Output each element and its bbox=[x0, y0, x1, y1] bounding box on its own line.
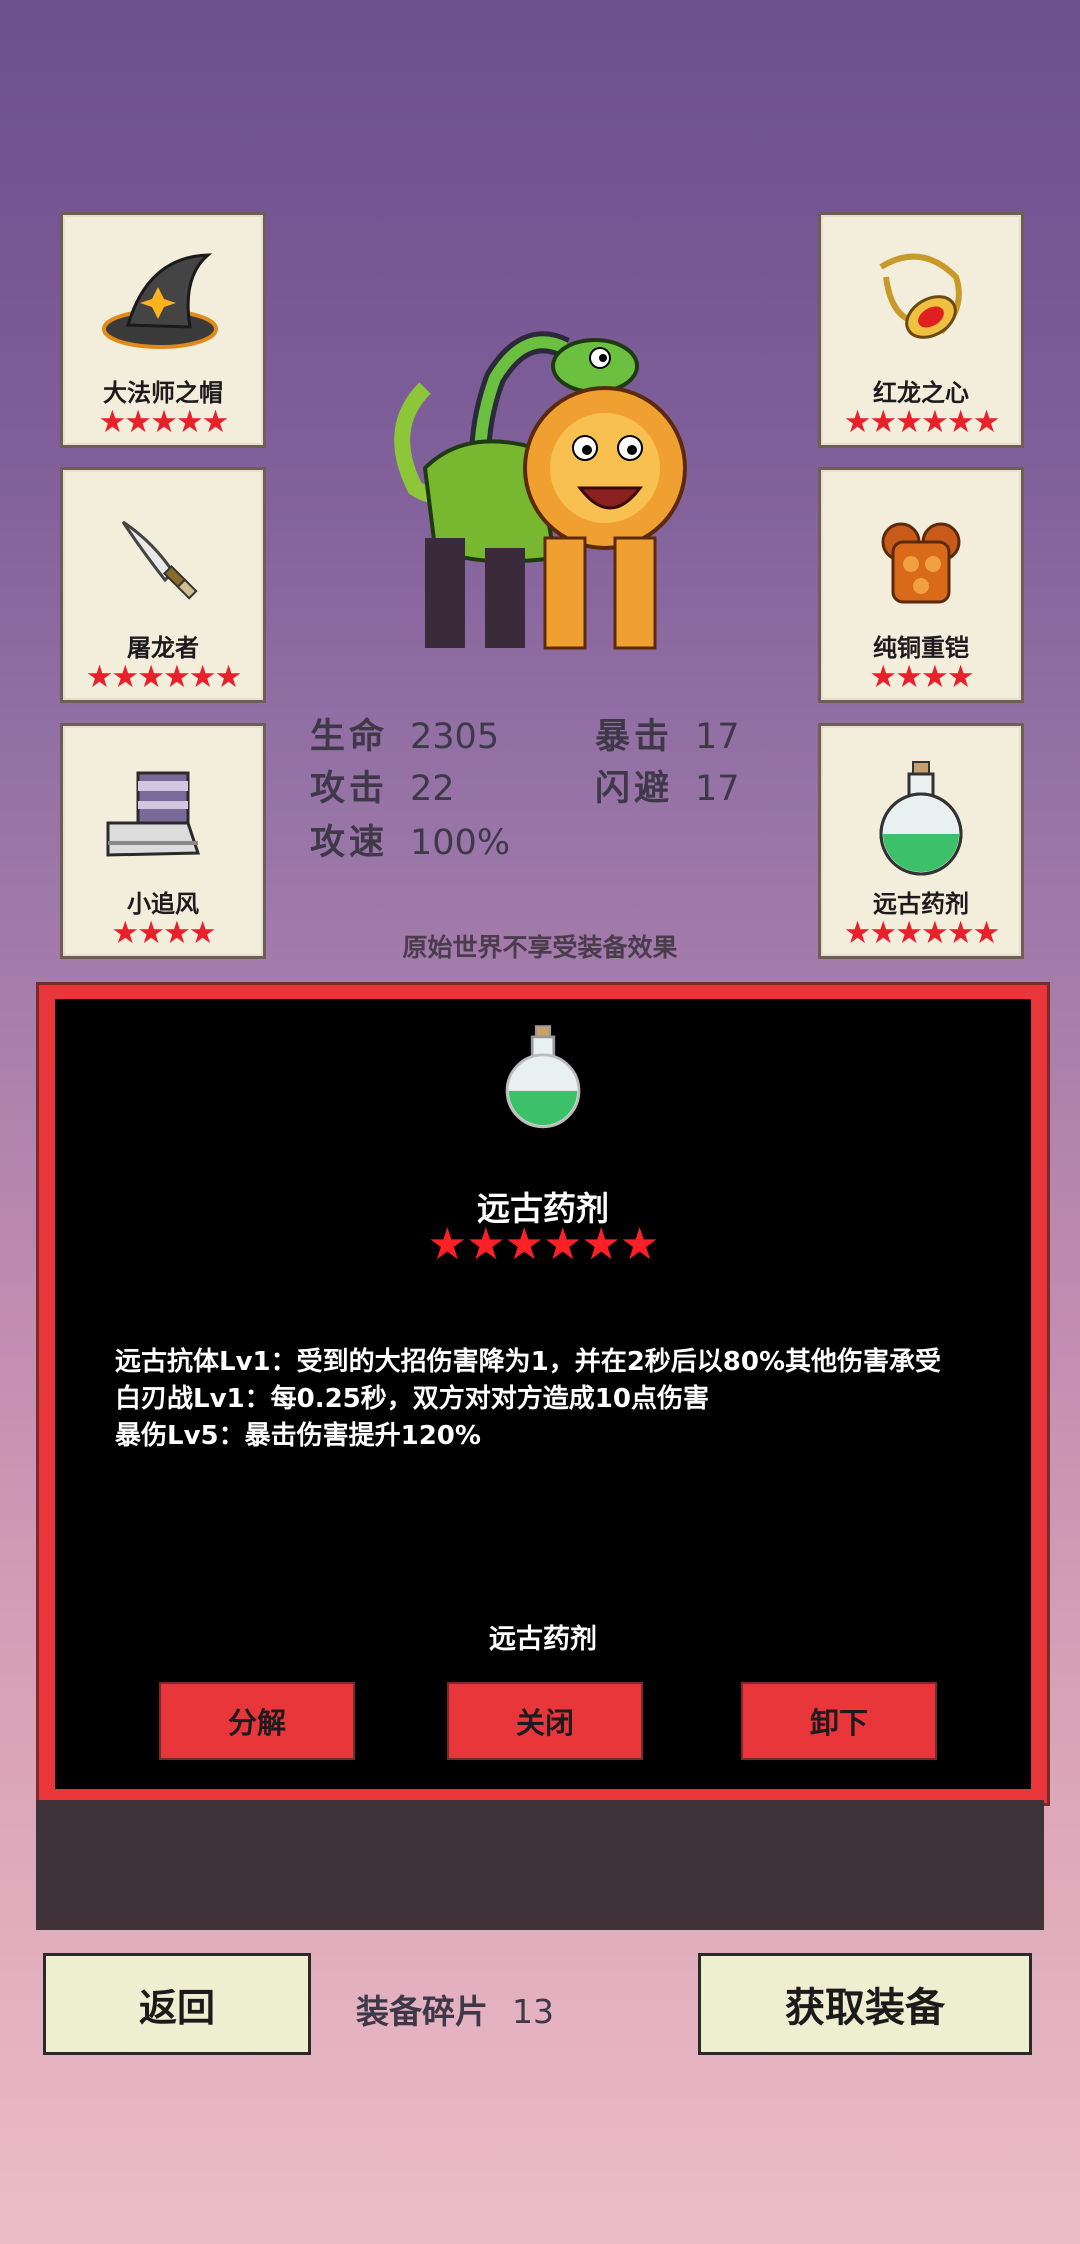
unequip-button[interactable]: 卸下 bbox=[741, 1682, 937, 1760]
detail-stars: ★★★★★★ bbox=[427, 1219, 660, 1270]
decompose-button[interactable]: 分解 bbox=[159, 1682, 355, 1760]
back-button[interactable]: 返回 bbox=[43, 1953, 311, 2055]
equipment-detail-panel: 远古药剂 ★★★★★★ 远古抗体Lv1：受到的大招伤害降为1，并在2秒后以80%… bbox=[36, 982, 1050, 1806]
equip-stars: ★★★★★ bbox=[98, 404, 230, 440]
stat-label: 生命 bbox=[310, 717, 389, 757]
stat-value: 2305 bbox=[410, 717, 500, 757]
potion-icon bbox=[821, 748, 1021, 888]
close-button[interactable]: 关闭 bbox=[447, 1682, 643, 1760]
stat-label: 攻击 bbox=[310, 769, 389, 809]
skill-line: 暴伤Lv5：暴击伤害提升120% bbox=[115, 1421, 481, 1451]
equip-stars: ★★★★★★ bbox=[85, 659, 243, 695]
equip-name: 远古药剂 bbox=[873, 890, 969, 918]
equip-slot-amulet[interactable]: 红龙之心 ★★★★★★ bbox=[818, 212, 1024, 448]
stat-value: 17 bbox=[695, 769, 740, 809]
wizard-hat-icon bbox=[63, 237, 263, 377]
potion-icon bbox=[55, 1019, 1031, 1138]
stat-value: 22 bbox=[410, 769, 455, 809]
fragment-label: 装备碎片 bbox=[356, 1992, 488, 2031]
amulet-icon bbox=[821, 237, 1021, 377]
notice-text: 原始世界不享受装备效果 bbox=[402, 933, 678, 962]
stat-hp: 生命 2305 bbox=[310, 708, 499, 759]
skill-line: 远古抗体Lv1：受到的大招伤害降为1，并在2秒后以80%其他伤害承受 bbox=[115, 1347, 942, 1377]
stat-label: 暴击 bbox=[595, 717, 674, 757]
equip-slot-boots[interactable]: 小追风 ★★★★ bbox=[60, 723, 266, 959]
equip-slot-potion[interactable]: 远古药剂 ★★★★★★ bbox=[818, 723, 1024, 959]
boot-icon bbox=[63, 748, 263, 888]
stat-value: 17 bbox=[695, 717, 740, 757]
equip-name: 大法师之帽 bbox=[103, 379, 223, 407]
stat-attack: 攻击 22 bbox=[310, 760, 455, 811]
equip-stars: ★★★★ bbox=[869, 659, 974, 695]
fragment-count: 装备碎片 13 bbox=[356, 1985, 554, 2033]
equip-name: 纯铜重铠 bbox=[873, 634, 969, 662]
equip-slot-hat[interactable]: 大法师之帽 ★★★★★ bbox=[60, 212, 266, 448]
bottom-strip bbox=[36, 1800, 1044, 1930]
get-equipment-button[interactable]: 获取装备 bbox=[698, 1953, 1032, 2055]
stat-crit: 暴击 17 bbox=[595, 708, 740, 759]
fragment-value: 13 bbox=[512, 1992, 554, 2031]
hero-creature-icon bbox=[385, 318, 705, 663]
detail-subtitle: 远古药剂 bbox=[489, 1624, 597, 1655]
stat-attack-speed: 攻速 100% bbox=[310, 814, 510, 865]
detail-panel-body: 远古药剂 ★★★★★★ 远古抗体Lv1：受到的大招伤害降为1，并在2秒后以80%… bbox=[55, 999, 1031, 1789]
dagger-icon bbox=[63, 492, 263, 632]
armor-icon bbox=[821, 492, 1021, 632]
stat-value: 100% bbox=[410, 823, 511, 863]
equip-name: 红龙之心 bbox=[873, 379, 969, 407]
equip-slot-armor[interactable]: 纯铜重铠 ★★★★ bbox=[818, 467, 1024, 703]
equip-slot-weapon[interactable]: 屠龙者 ★★★★★★ bbox=[60, 467, 266, 703]
skill-line: 白刃战Lv1：每0.25秒，双方对对方造成10点伤害 bbox=[115, 1384, 709, 1414]
stat-label: 攻速 bbox=[310, 823, 389, 863]
stat-label: 闪避 bbox=[595, 769, 674, 809]
stat-dodge: 闪避 17 bbox=[595, 760, 740, 811]
detail-description: 远古抗体Lv1：受到的大招伤害降为1，并在2秒后以80%其他伤害承受 白刃战Lv… bbox=[115, 1344, 971, 1455]
equip-stars: ★★★★★★ bbox=[843, 404, 1001, 440]
equip-name: 屠龙者 bbox=[127, 634, 199, 662]
equip-name: 小追风 bbox=[127, 890, 199, 918]
